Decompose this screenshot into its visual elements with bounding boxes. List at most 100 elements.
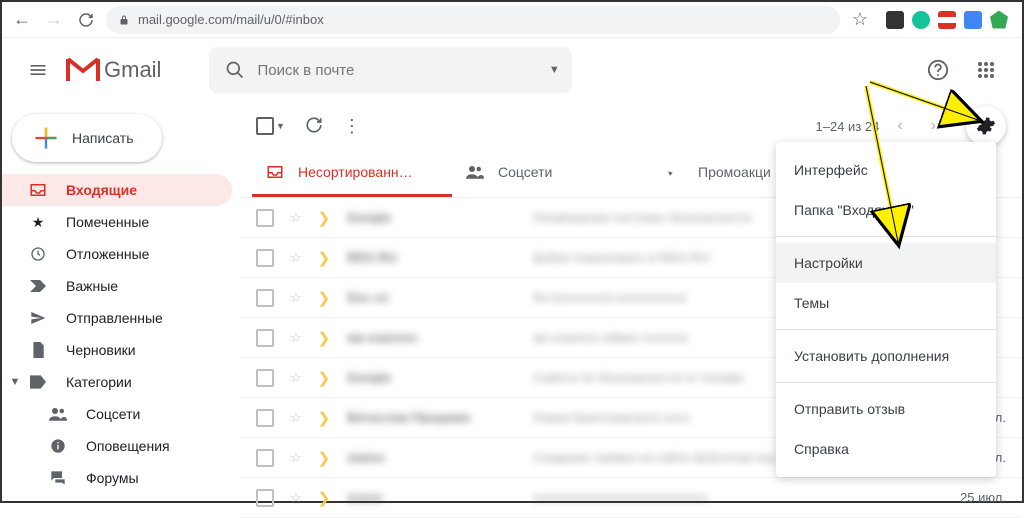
row-star-icon[interactable]: ☆ bbox=[290, 250, 302, 266]
compose-label: Написать bbox=[72, 130, 133, 146]
row-important-icon[interactable]: ❯ bbox=[318, 249, 331, 267]
row-sender: REG RU bbox=[346, 250, 516, 265]
row-checkbox[interactable] bbox=[256, 369, 274, 387]
row-star-icon[interactable]: ☆ bbox=[290, 450, 302, 466]
row-important-icon[interactable]: ❯ bbox=[318, 409, 331, 427]
compose-button[interactable]: Написать bbox=[12, 114, 162, 162]
sidebar-item-sent[interactable]: Отправленные bbox=[2, 302, 232, 334]
row-checkbox[interactable] bbox=[256, 409, 274, 427]
tab-label: Несортированн… bbox=[298, 164, 413, 180]
prev-page-button[interactable]: ‹ bbox=[887, 117, 912, 135]
row-important-icon[interactable]: ❯ bbox=[318, 289, 331, 307]
row-star-icon[interactable]: ☆ bbox=[290, 410, 302, 426]
search-input[interactable] bbox=[257, 62, 555, 79]
refresh-button[interactable] bbox=[305, 116, 323, 137]
important-icon bbox=[28, 280, 48, 292]
sidebar-label: Черновики bbox=[66, 342, 136, 358]
tab-primary[interactable]: Несортированн… bbox=[252, 150, 452, 197]
row-star-icon[interactable]: ☆ bbox=[290, 370, 302, 386]
menu-item-density[interactable]: Интерфейс bbox=[776, 150, 996, 190]
row-star-icon[interactable]: ☆ bbox=[290, 290, 302, 306]
sidebar-sub-updates[interactable]: Оповещения bbox=[2, 430, 232, 462]
sidebar-item-drafts[interactable]: Черновики bbox=[2, 334, 232, 366]
extension-icons bbox=[880, 11, 1014, 29]
row-sender: Google bbox=[346, 210, 516, 225]
row-sender: Вячеслав Продажи bbox=[346, 410, 516, 425]
sidebar-item-inbox[interactable]: Входящие bbox=[2, 174, 232, 206]
menu-item-inbox-folder[interactable]: Папка "Входящие" bbox=[776, 190, 996, 230]
menu-item-help[interactable]: Справка bbox=[776, 429, 996, 469]
label-icon bbox=[28, 375, 48, 389]
row-sender: wp express bbox=[346, 330, 516, 345]
menu-item-addons[interactable]: Установить дополнения bbox=[776, 336, 996, 376]
sidebar-item-categories[interactable]: Категории bbox=[28, 366, 144, 398]
row-sender: Google bbox=[346, 370, 516, 385]
more-button[interactable]: ⋮ bbox=[343, 116, 361, 137]
row-sender: Doc xx bbox=[346, 290, 516, 305]
row-star-icon[interactable]: ☆ bbox=[290, 210, 302, 226]
help-icon[interactable] bbox=[918, 50, 958, 90]
browser-toolbar: ← → mail.google.com/mail/u/0/#inbox ☆ bbox=[2, 2, 1022, 38]
sidebar-label: Оповещения bbox=[86, 438, 170, 454]
url-bar[interactable]: mail.google.com/mail/u/0/#inbox bbox=[106, 6, 840, 34]
sidebar-label: Категории bbox=[66, 374, 132, 390]
plus-icon bbox=[32, 124, 60, 152]
select-all-checkbox[interactable]: ▼ bbox=[256, 117, 285, 135]
sidebar-label: Отправленные bbox=[66, 310, 163, 326]
row-star-icon[interactable]: ☆ bbox=[290, 330, 302, 346]
bookmark-star-icon[interactable]: ☆ bbox=[848, 8, 872, 32]
menu-item-themes[interactable]: Темы bbox=[776, 283, 996, 323]
row-checkbox[interactable] bbox=[256, 449, 274, 467]
row-checkbox[interactable] bbox=[256, 489, 274, 507]
row-checkbox[interactable] bbox=[256, 209, 274, 227]
ext-icon-3[interactable] bbox=[938, 11, 956, 29]
search-bar[interactable]: ▼ bbox=[209, 47, 571, 93]
row-important-icon[interactable]: ❯ bbox=[318, 449, 331, 467]
gmail-header: Gmail ▼ bbox=[2, 38, 1022, 102]
hamburger-menu-icon[interactable] bbox=[18, 50, 58, 90]
row-star-icon[interactable]: ☆ bbox=[290, 490, 302, 506]
tab-label: Промоакци bbox=[698, 164, 771, 180]
drafts-icon bbox=[28, 342, 48, 358]
back-button[interactable]: ← bbox=[10, 8, 34, 32]
pager: 1–24 из 24 ‹ › bbox=[816, 117, 946, 135]
inbox-icon bbox=[28, 181, 48, 199]
row-checkbox[interactable] bbox=[256, 289, 274, 307]
lock-icon bbox=[118, 14, 130, 26]
star-icon: ★ bbox=[28, 214, 48, 231]
next-page-button[interactable]: › bbox=[921, 117, 946, 135]
sent-icon bbox=[28, 310, 48, 326]
sidebar-item-important[interactable]: Важные bbox=[2, 270, 232, 302]
search-icon bbox=[225, 60, 245, 80]
forward-button[interactable]: → bbox=[42, 8, 66, 32]
row-important-icon[interactable]: ❯ bbox=[318, 489, 331, 507]
expand-icon[interactable]: ▼ bbox=[2, 376, 28, 388]
row-important-icon[interactable]: ❯ bbox=[318, 329, 331, 347]
settings-gear-button[interactable] bbox=[966, 106, 1006, 146]
gmail-logo[interactable]: Gmail bbox=[66, 57, 161, 83]
row-important-icon[interactable]: ❯ bbox=[318, 209, 331, 227]
ext-icon-4[interactable] bbox=[964, 11, 982, 29]
gmail-logo-text: Gmail bbox=[104, 57, 161, 83]
sidebar-sub-social[interactable]: Соцсети bbox=[2, 398, 232, 430]
reload-button[interactable] bbox=[74, 8, 98, 32]
sidebar-label: Форумы bbox=[86, 470, 139, 486]
sidebar-item-starred[interactable]: ★ Помеченные bbox=[2, 206, 232, 238]
menu-item-feedback[interactable]: Отправить отзыв bbox=[776, 389, 996, 429]
url-text: mail.google.com/mail/u/0/#inbox bbox=[138, 12, 324, 27]
sidebar-item-snoozed[interactable]: Отложенные bbox=[2, 238, 232, 270]
ext-icon-2[interactable] bbox=[912, 11, 930, 29]
ext-icon-1[interactable] bbox=[886, 11, 904, 29]
mail-row[interactable]: ☆❯xxxxxxxxxxxxxxxxxxxxxxxxxxxxxxxx25 июл… bbox=[240, 478, 1022, 518]
people-icon bbox=[48, 407, 68, 421]
row-checkbox[interactable] bbox=[256, 329, 274, 347]
sidebar: Написать Входящие ★ Помеченные Отложенны… bbox=[2, 102, 240, 501]
search-dropdown-icon[interactable]: ▼ bbox=[549, 64, 560, 76]
menu-item-settings[interactable]: Настройки bbox=[776, 243, 996, 283]
row-checkbox[interactable] bbox=[256, 249, 274, 267]
tab-social[interactable]: Соцсети bbox=[452, 150, 652, 197]
row-important-icon[interactable]: ❯ bbox=[318, 369, 331, 387]
apps-grid-icon[interactable] bbox=[966, 50, 1006, 90]
sidebar-sub-forums[interactable]: Форумы bbox=[2, 462, 232, 494]
ext-icon-5[interactable] bbox=[990, 11, 1008, 29]
